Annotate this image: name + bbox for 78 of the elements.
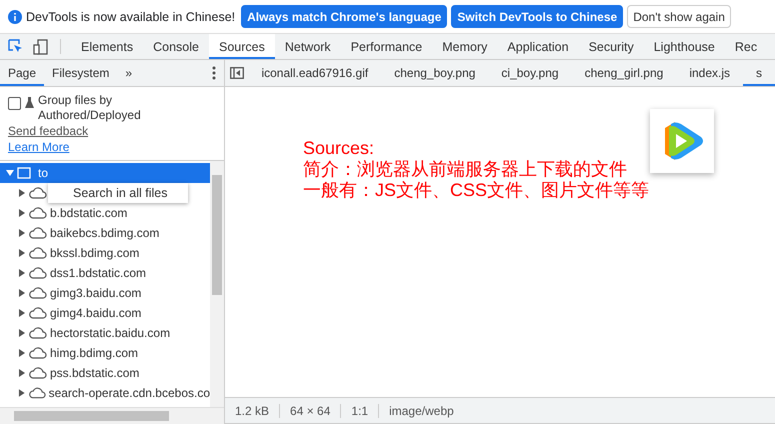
file-tab[interactable]: cheng_girl.png [572,60,676,86]
tree-item[interactable]: search-operate.cdn.bcebos.co [0,383,210,403]
group-files-label: Group files by Authored/Deployed [38,93,142,123]
more-options-icon[interactable] [212,66,216,80]
panel-tab[interactable]: Application [497,34,579,59]
expand-arrow-icon[interactable] [6,169,14,177]
dismiss-button[interactable]: Don't show again [627,5,731,28]
file-tab[interactable]: iconall.ead67916.gif [248,60,382,86]
panel-tab[interactable]: Sources [208,34,275,59]
cloud-icon [29,247,47,259]
device-icon[interactable] [32,38,48,54]
expand-arrow-icon[interactable] [18,189,26,197]
expand-arrow-icon[interactable] [18,249,26,257]
expand-arrow-icon[interactable] [18,209,26,217]
expand-arrow-icon[interactable] [18,269,26,277]
navigator-tab[interactable]: Page [0,60,44,86]
tree-item[interactable]: baikebcs.bdimg.com [0,223,210,243]
status-text: 64 × 64 [280,404,342,418]
cloud-icon [28,387,46,399]
scrollbar[interactable] [210,161,224,407]
annotation-text: 简介：浏览器从前端服务器上下载的文件 [303,159,628,180]
file-tab[interactable]: cheng_boy.png [381,60,488,86]
status-text: 1.2 kB [225,404,280,418]
annotation-text: Sources: [303,138,376,159]
status-text: image/webp [388,404,455,418]
group-checkbox[interactable] [8,97,21,110]
flask-icon [25,97,34,108]
panel-tab[interactable]: Network [274,34,341,59]
file-tab[interactable]: index.js [676,60,743,86]
frame-icon [17,167,31,179]
file-tab[interactable]: s [743,60,775,86]
expand-arrow-icon[interactable] [18,329,26,337]
cloud-icon [29,327,47,339]
feedback-link[interactable]: Send feedback [8,123,88,139]
cloud-icon [29,287,47,299]
panel-tab[interactable]: Lighthouse [644,34,725,59]
tree-item[interactable]: dss1.bdstatic.com [0,263,210,283]
expand-arrow-icon[interactable] [18,369,26,377]
horizontal-scrollbar[interactable] [0,407,224,424]
toggle-sidebar-icon[interactable] [230,67,244,79]
panel-tab[interactable]: Console [143,34,209,59]
navigator-tab[interactable]: Filesystem [44,60,118,86]
status-text: 1:1 [341,404,380,418]
panel-tab[interactable]: Memory [432,34,498,59]
tree-item[interactable]: to [0,163,210,183]
expand-arrow-icon[interactable] [18,389,26,397]
cloud-icon [29,347,47,359]
panel-tab[interactable]: Performance [340,34,432,59]
tree-item[interactable]: himg.bdimg.com [0,343,210,363]
inspect-icon[interactable] [8,39,22,54]
info-icon [8,10,22,24]
more-tabs-button[interactable]: » [117,60,140,86]
language-button[interactable]: Always match Chrome's language [241,5,448,28]
cloud-icon [29,267,47,279]
info-message: DevTools is now available in Chinese! [26,10,236,24]
cloud-icon [29,227,47,239]
menu-item[interactable]: Search in all files [48,186,168,200]
expand-arrow-icon[interactable] [18,349,26,357]
cloud-icon [29,207,47,219]
tree-item[interactable]: bkssl.bdimg.com [0,243,210,263]
cloud-icon [29,187,47,199]
expand-arrow-icon[interactable] [18,229,26,237]
tree-item[interactable]: b.bdstatic.com [0,203,210,223]
tree-item[interactable]: pss.bdstatic.com [0,363,210,383]
cloud-icon [29,367,47,379]
tree-item[interactable]: gimg3.baidu.com [0,283,210,303]
language-button[interactable]: Switch DevTools to Chinese [451,5,624,28]
learn-more-link[interactable]: Learn More [8,139,70,155]
cloud-icon [29,307,47,319]
expand-arrow-icon[interactable] [18,309,26,317]
annotation-text: 一般有：JS文件、CSS文件、图片文件等等 [303,180,650,201]
panel-tab[interactable]: Elements [71,34,144,59]
expand-arrow-icon[interactable] [18,289,26,297]
file-tab[interactable]: ci_boy.png [488,60,572,86]
panel-tab[interactable]: Rec [724,34,768,59]
panel-tab[interactable]: Security [578,34,644,59]
tree-item[interactable]: gimg4.baidu.com [0,303,210,323]
tree-item[interactable]: hectorstatic.baidu.com [0,323,210,343]
